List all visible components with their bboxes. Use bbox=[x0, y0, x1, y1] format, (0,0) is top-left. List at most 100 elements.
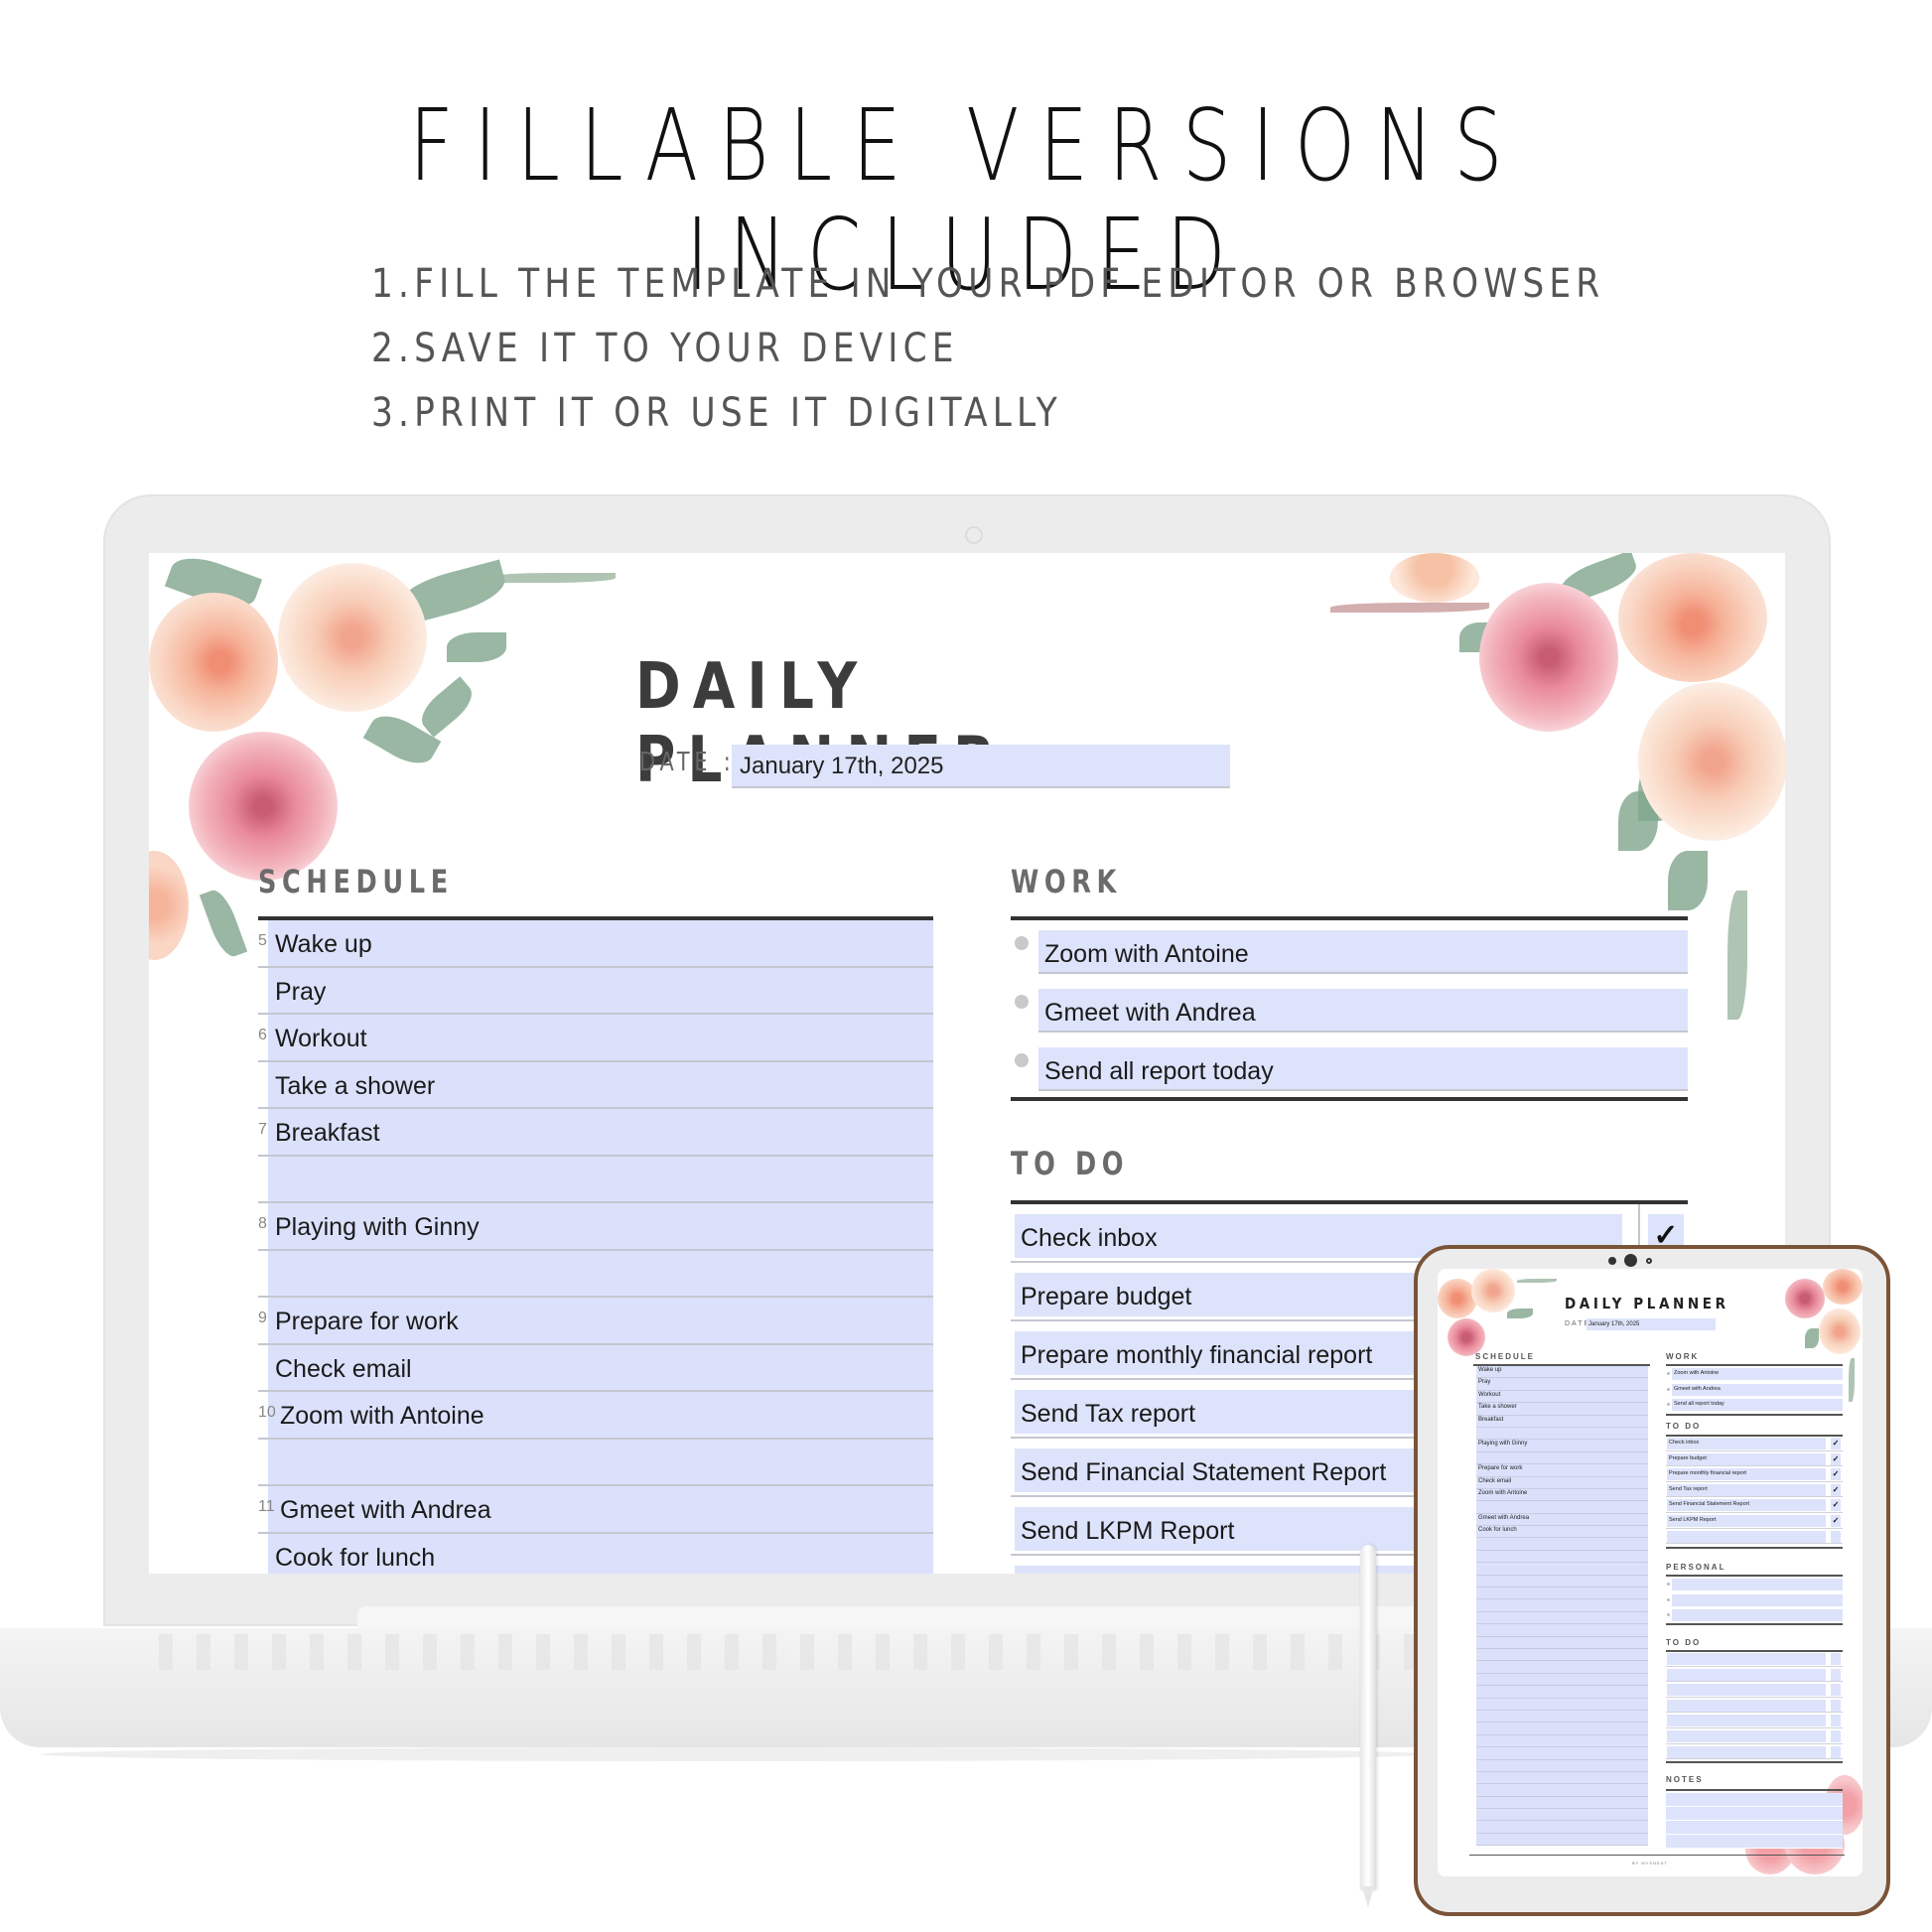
checkbox[interactable] bbox=[1831, 1653, 1841, 1665]
tablet-todo2-field[interactable] bbox=[1667, 1729, 1826, 1742]
tablet-schedule-row[interactable] bbox=[1476, 1771, 1648, 1785]
tablet-personal-item[interactable] bbox=[1666, 1592, 1843, 1608]
tablet-schedule-row[interactable] bbox=[1476, 1809, 1648, 1822]
tablet-work-item[interactable]: Zoom with Antoine bbox=[1666, 1366, 1843, 1382]
schedule-row[interactable] bbox=[258, 1439, 933, 1486]
tablet-todo2-item[interactable] bbox=[1666, 1744, 1843, 1760]
checkmark-icon[interactable]: ✓ bbox=[1831, 1499, 1841, 1512]
checkmark-icon[interactable]: ✓ bbox=[1831, 1452, 1841, 1465]
tablet-schedule-row[interactable]: Prepare for work bbox=[1476, 1464, 1648, 1477]
tablet-todo-field[interactable] bbox=[1667, 1530, 1826, 1543]
tablet-schedule-row[interactable]: Workout bbox=[1476, 1390, 1648, 1404]
tablet-schedule-row[interactable] bbox=[1476, 1759, 1648, 1772]
tablet-personal-field[interactable] bbox=[1672, 1593, 1843, 1606]
tablet-schedule-row[interactable]: Breakfast bbox=[1476, 1415, 1648, 1428]
tablet-schedule-row[interactable]: Take a shower bbox=[1476, 1403, 1648, 1416]
tablet-todo2-field[interactable] bbox=[1667, 1745, 1826, 1758]
schedule-row[interactable]: 10 Zoom with Antoine bbox=[258, 1392, 933, 1440]
tablet-todo2-field[interactable] bbox=[1667, 1699, 1826, 1712]
tablet-schedule-row[interactable] bbox=[1476, 1821, 1648, 1834]
tablet-schedule-row[interactable] bbox=[1476, 1796, 1648, 1810]
tablet-todo2-item[interactable] bbox=[1666, 1651, 1843, 1667]
checkbox[interactable] bbox=[1831, 1745, 1841, 1758]
tablet-personal-field[interactable] bbox=[1672, 1609, 1843, 1621]
schedule-row[interactable]: 11 Gmeet with Andrea bbox=[258, 1486, 933, 1534]
tablet-todo2-field[interactable] bbox=[1667, 1684, 1826, 1697]
schedule-row[interactable]: 8 Playing with Ginny bbox=[258, 1203, 933, 1251]
checkmark-icon[interactable] bbox=[1831, 1530, 1841, 1543]
checkbox[interactable] bbox=[1831, 1729, 1841, 1742]
tablet-todo2-item[interactable] bbox=[1666, 1698, 1843, 1714]
tablet-schedule-row[interactable] bbox=[1476, 1538, 1648, 1551]
tablet-work-item[interactable]: Send all report today bbox=[1666, 1397, 1843, 1413]
tablet-todo2-item[interactable] bbox=[1666, 1667, 1843, 1683]
tablet-work-item[interactable]: Gmeet with Andrea bbox=[1666, 1382, 1843, 1398]
schedule-field[interactable] bbox=[268, 1156, 933, 1201]
tablet-todo2-field[interactable] bbox=[1667, 1668, 1826, 1681]
tablet-todo-item[interactable]: Send LKPM Report ✓ bbox=[1666, 1513, 1843, 1529]
tablet-todo2-field[interactable] bbox=[1667, 1653, 1826, 1665]
tablet-todo-item[interactable]: Send Financial Statement Report ✓ bbox=[1666, 1497, 1843, 1513]
schedule-row[interactable]: Take a shower bbox=[258, 1061, 933, 1109]
schedule-row[interactable] bbox=[258, 1250, 933, 1298]
tablet-schedule-row[interactable]: Wake up bbox=[1476, 1366, 1648, 1379]
tablet-schedule-row[interactable]: Check email bbox=[1476, 1476, 1648, 1489]
schedule-row[interactable]: Pray bbox=[258, 967, 933, 1015]
tablet-schedule-row[interactable] bbox=[1476, 1624, 1648, 1637]
tablet-schedule-row[interactable] bbox=[1476, 1427, 1648, 1441]
schedule-row[interactable] bbox=[258, 1156, 933, 1203]
tablet-schedule-row[interactable] bbox=[1476, 1833, 1648, 1847]
tablet-schedule-row[interactable]: Zoom with Antoine bbox=[1476, 1488, 1648, 1502]
tablet-schedule-row[interactable] bbox=[1476, 1587, 1648, 1600]
tablet-todo2-field[interactable] bbox=[1667, 1715, 1826, 1727]
tablet-todo-item[interactable]: Prepare budget ✓ bbox=[1666, 1451, 1843, 1467]
tablet-personal-item[interactable] bbox=[1666, 1577, 1843, 1592]
work-item[interactable]: Zoom with Antoine bbox=[1011, 920, 1688, 979]
tablet-todo-item[interactable]: Send Tax report ✓ bbox=[1666, 1482, 1843, 1498]
tablet-schedule-row[interactable] bbox=[1476, 1734, 1648, 1748]
tablet-schedule-row[interactable]: Playing with Ginny bbox=[1476, 1440, 1648, 1452]
tablet-schedule-row[interactable] bbox=[1476, 1723, 1648, 1735]
date-input[interactable]: January 17th, 2025 bbox=[732, 745, 1230, 788]
tablet-schedule-row[interactable] bbox=[1476, 1611, 1648, 1625]
schedule-field[interactable] bbox=[268, 1015, 933, 1060]
schedule-row[interactable]: 7 Breakfast bbox=[258, 1109, 933, 1157]
schedule-field[interactable] bbox=[268, 1250, 933, 1296]
work-item[interactable]: Gmeet with Andrea bbox=[1011, 979, 1688, 1037]
tablet-todo-item[interactable]: Check inbox ✓ bbox=[1666, 1436, 1843, 1451]
tablet-todo-item[interactable] bbox=[1666, 1529, 1843, 1545]
schedule-row[interactable]: 5 Wake up bbox=[258, 920, 933, 968]
tablet-schedule-row[interactable] bbox=[1476, 1747, 1648, 1760]
tablet-schedule-row[interactable] bbox=[1476, 1599, 1648, 1612]
tablet-todo-item[interactable]: Prepare monthly financial report ✓ bbox=[1666, 1466, 1843, 1482]
tablet-schedule-row[interactable]: Cook for lunch bbox=[1476, 1526, 1648, 1539]
schedule-field[interactable] bbox=[268, 967, 933, 1013]
checkbox[interactable] bbox=[1831, 1715, 1841, 1727]
checkbox[interactable] bbox=[1831, 1684, 1841, 1697]
tablet-personal-field[interactable] bbox=[1672, 1579, 1843, 1590]
schedule-row[interactable]: Check email bbox=[258, 1344, 933, 1392]
tablet-schedule-row[interactable] bbox=[1476, 1636, 1648, 1649]
tablet-todo2-item[interactable] bbox=[1666, 1682, 1843, 1698]
tablet-schedule-row[interactable] bbox=[1476, 1673, 1648, 1687]
checkmark-icon[interactable]: ✓ bbox=[1831, 1438, 1841, 1449]
tablet-schedule-row[interactable] bbox=[1476, 1784, 1648, 1797]
tablet-schedule-row[interactable] bbox=[1476, 1661, 1648, 1674]
tablet-schedule-row[interactable] bbox=[1476, 1648, 1648, 1662]
schedule-row[interactable]: 6 Workout bbox=[258, 1015, 933, 1062]
tablet-date-input[interactable]: January 17th, 2025 bbox=[1587, 1318, 1716, 1330]
tablet-notes-area[interactable] bbox=[1666, 1793, 1843, 1849]
tablet-schedule-row[interactable] bbox=[1476, 1710, 1648, 1724]
tablet-personal-item[interactable] bbox=[1666, 1607, 1843, 1623]
checkbox[interactable] bbox=[1831, 1699, 1841, 1712]
tablet-schedule-row[interactable]: Pray bbox=[1476, 1378, 1648, 1391]
checkmark-icon[interactable]: ✓ bbox=[1831, 1483, 1841, 1496]
tablet-todo2-item[interactable] bbox=[1666, 1728, 1843, 1744]
schedule-row[interactable]: Cook for lunch bbox=[258, 1533, 933, 1574]
tablet-schedule-row[interactable] bbox=[1476, 1575, 1648, 1588]
tablet-schedule-row[interactable]: Gmeet with Andrea bbox=[1476, 1513, 1648, 1527]
work-item[interactable]: Send all report today bbox=[1011, 1037, 1688, 1096]
tablet-schedule-row[interactable] bbox=[1476, 1501, 1648, 1514]
checkbox[interactable] bbox=[1831, 1668, 1841, 1681]
tablet-schedule-row[interactable] bbox=[1476, 1563, 1648, 1576]
